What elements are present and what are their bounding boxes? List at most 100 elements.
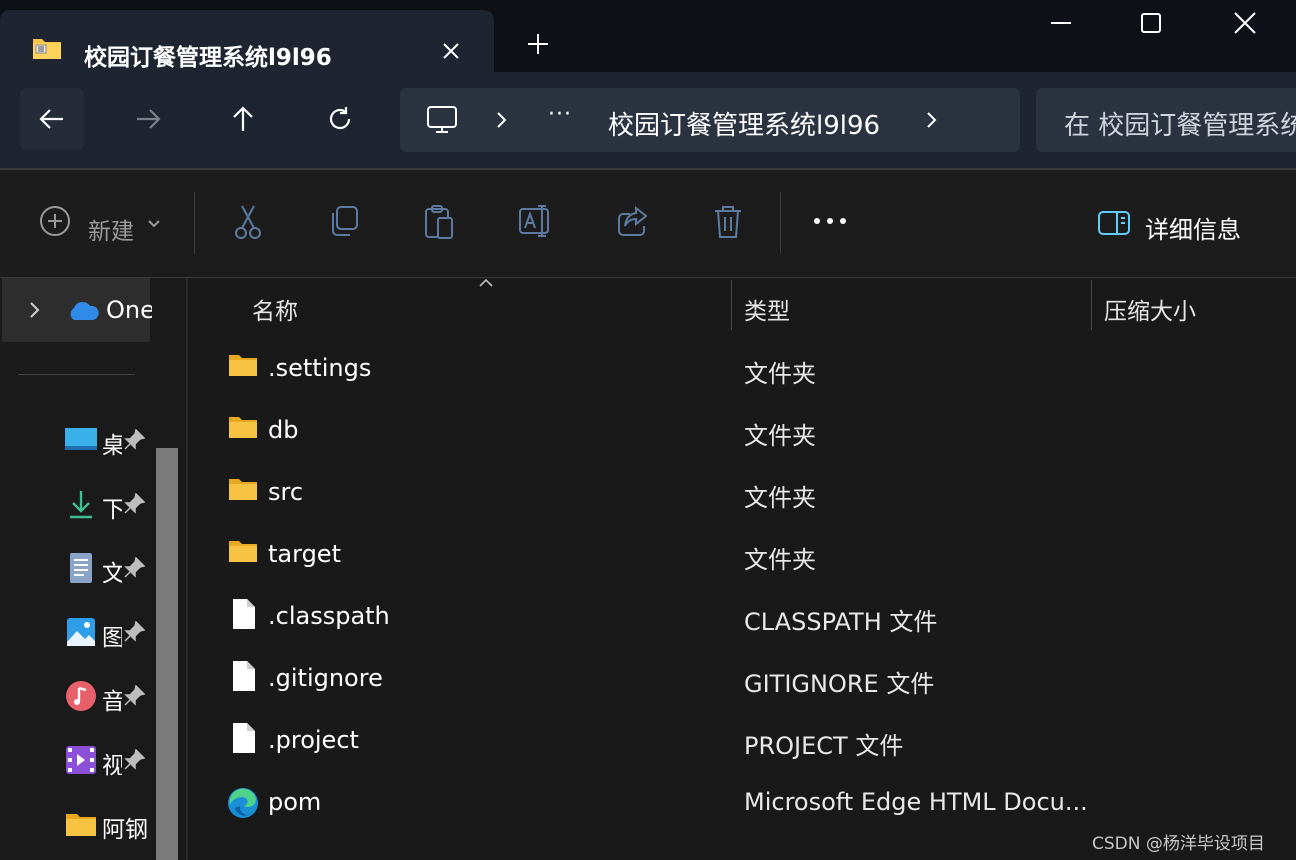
delete-icon[interactable] — [712, 204, 744, 240]
refresh-button[interactable] — [308, 88, 372, 150]
column-header-type[interactable]: 类型 — [744, 292, 790, 326]
sidebar-item-desktop[interactable]: 桌面 — [64, 422, 154, 459]
search-box[interactable]: 在 校园订餐管理系统l9l96 中搜索 — [1036, 88, 1296, 152]
folder-icon — [229, 355, 257, 376]
list-item[interactable]: .settings 文件夹 — [190, 340, 1296, 402]
list-item[interactable]: .gitignore GITIGNORE 文件 — [190, 650, 1296, 712]
close-window-icon[interactable] — [1230, 10, 1260, 40]
back-button[interactable] — [20, 88, 84, 150]
folder-icon — [229, 541, 257, 562]
file-name: .gitignore — [268, 664, 383, 692]
sidebar-item-label: OneDrive — [106, 296, 152, 324]
arrow-right-icon — [137, 109, 161, 129]
address-overflow-button[interactable]: ··· — [548, 102, 572, 127]
command-bar: 新建 详细信息 — [0, 170, 1296, 278]
paste-icon[interactable] — [423, 204, 455, 240]
details-pane-icon[interactable] — [1097, 210, 1131, 236]
address-bar[interactable]: ··· 校园订餐管理系统l9l96 — [400, 88, 1020, 152]
file-type: 文件夹 — [744, 546, 816, 574]
copy-icon[interactable] — [328, 204, 360, 238]
list-item[interactable]: .classpath CLASSPATH 文件 — [190, 588, 1296, 650]
sort-ascending-icon — [479, 278, 493, 287]
sidebar-scrollbar[interactable] — [156, 448, 178, 860]
sidebar-item-label: 图片 — [102, 625, 122, 651]
refresh-icon — [329, 107, 351, 130]
cut-icon[interactable] — [232, 204, 264, 240]
address-segment[interactable]: 校园订餐管理系统l9l96 — [608, 105, 880, 142]
edge-icon — [228, 788, 258, 818]
up-button[interactable] — [211, 88, 275, 150]
column-header-name[interactable]: 名称 — [252, 292, 298, 326]
sidebar-item-label: 文档 — [102, 561, 122, 587]
pin-icon — [124, 428, 146, 450]
minimize-icon[interactable] — [1046, 10, 1076, 40]
more-options-icon[interactable] — [812, 216, 848, 226]
file-name: target — [268, 540, 341, 568]
close-tab-icon[interactable] — [438, 38, 464, 64]
file-name: db — [268, 416, 299, 444]
share-icon[interactable] — [616, 204, 650, 238]
list-item[interactable]: pom Microsoft Edge HTML Docu... — [190, 774, 1296, 836]
file-type: 文件夹 — [744, 484, 816, 512]
chevron-down-icon[interactable] — [146, 218, 162, 230]
desktop-icon — [65, 428, 97, 450]
list-item[interactable]: target 文件夹 — [190, 526, 1296, 588]
sidebar-item-onedrive[interactable]: OneDrive — [2, 278, 152, 342]
file-icon — [233, 661, 255, 691]
sidebar-item-pictures[interactable]: 图片 — [64, 614, 154, 651]
file-name: pom — [268, 788, 322, 816]
file-name: .settings — [268, 354, 372, 382]
download-icon — [70, 491, 92, 519]
toolbar-separator — [194, 192, 195, 254]
file-list: 名称 类型 压缩大小 .settings 文件夹 db 文件夹 src 文件夹 … — [190, 278, 1296, 860]
pictures-icon — [67, 618, 95, 646]
new-tab-button[interactable] — [524, 30, 552, 58]
sidebar-item-label: 下载 — [102, 497, 122, 523]
sidebar-item-label: 视频 — [102, 753, 122, 779]
pin-icon — [124, 620, 146, 642]
column-header-compressed-size[interactable]: 压缩大小 — [1104, 292, 1196, 326]
tab-active[interactable]: 校园订餐管理系统l9l96 — [0, 10, 494, 74]
file-type: 文件夹 — [744, 422, 816, 450]
file-name: .project — [268, 726, 359, 754]
tab-title: 校园订餐管理系统l9l96 — [84, 45, 332, 71]
new-icon[interactable] — [38, 204, 72, 238]
rename-icon[interactable] — [518, 204, 554, 238]
navigation-bar: ··· 校园订餐管理系统l9l96 在 校园订餐管理系统l9l96 中搜索 — [0, 72, 1296, 168]
pin-icon — [124, 748, 146, 770]
folder-icon — [66, 814, 96, 836]
chevron-right-icon[interactable] — [924, 110, 940, 130]
navigation-pane: OneDrive 桌面 下载 文档 — [0, 278, 188, 860]
video-icon — [66, 746, 96, 774]
sidebar-item-videos[interactable]: 视频 — [64, 742, 154, 779]
details-button[interactable]: 详细信息 — [1145, 210, 1241, 245]
sidebar-item-documents[interactable]: 文档 — [64, 550, 154, 587]
file-type: CLASSPATH 文件 — [744, 608, 938, 636]
music-icon — [66, 681, 96, 711]
onedrive-cloud-icon — [70, 301, 99, 320]
file-type: 文件夹 — [744, 360, 816, 388]
list-item[interactable]: src 文件夹 — [190, 464, 1296, 526]
sidebar-item-folder[interactable]: 阿钢 — [64, 806, 154, 843]
this-pc-icon — [427, 106, 457, 133]
column-separator[interactable] — [1091, 280, 1092, 330]
folder-icon — [229, 417, 257, 438]
sidebar-item-music[interactable]: 音乐 — [64, 678, 154, 715]
sidebar-divider — [18, 374, 135, 375]
column-separator[interactable] — [731, 280, 732, 330]
maximize-icon[interactable] — [1136, 10, 1166, 40]
pane-splitter[interactable] — [186, 278, 188, 860]
chevron-right-icon[interactable] — [494, 110, 510, 130]
new-button[interactable]: 新建 — [88, 212, 134, 246]
sidebar-item-label: 桌面 — [102, 433, 122, 459]
file-type: GITIGNORE 文件 — [744, 670, 935, 698]
file-icon — [233, 723, 255, 753]
forward-button[interactable] — [116, 88, 180, 150]
file-icon — [233, 599, 255, 629]
chevron-right-icon[interactable] — [28, 300, 42, 320]
file-type: Microsoft Edge HTML Docu... — [744, 788, 1088, 816]
sidebar-item-downloads[interactable]: 下载 — [64, 486, 154, 523]
list-item[interactable]: db 文件夹 — [190, 402, 1296, 464]
document-icon — [70, 553, 92, 583]
list-item[interactable]: .project PROJECT 文件 — [190, 712, 1296, 774]
